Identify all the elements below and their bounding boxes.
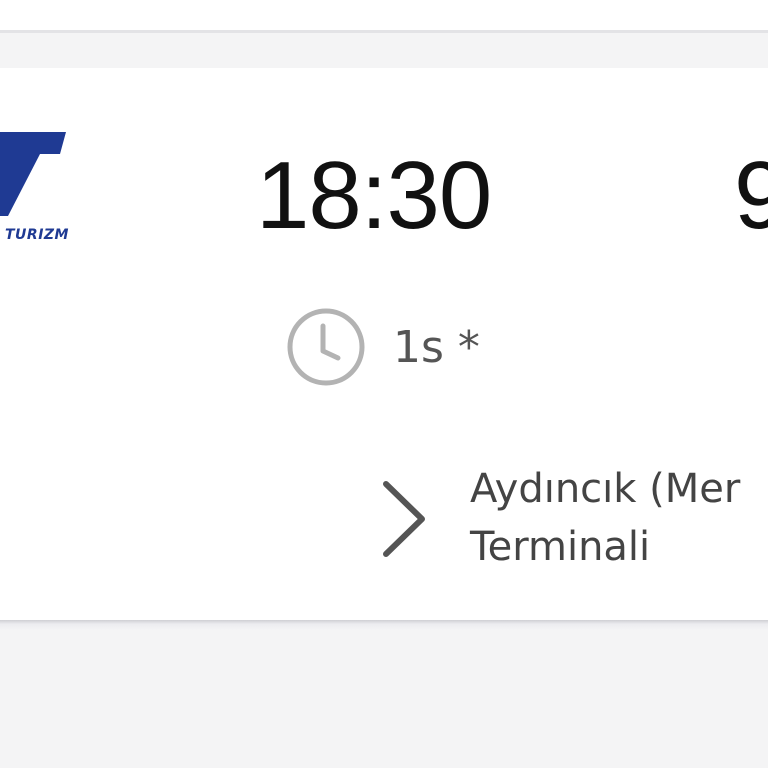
top-strip — [0, 0, 768, 30]
chevron-right-icon — [378, 478, 430, 560]
top-divider — [0, 30, 768, 33]
arrival-stop: Aydıncık (Mer Terminali — [470, 460, 740, 576]
arrival-time: 9 — [734, 142, 768, 249]
trip-duration: 1s * — [393, 322, 480, 373]
arrival-stop-line-1: Aydıncık (Mer — [470, 466, 741, 512]
clock-icon — [285, 306, 367, 388]
arrival-stop-line-2: Terminali — [470, 524, 651, 570]
departure-time: 18:30 — [256, 142, 492, 249]
operator-logo-icon — [0, 132, 72, 216]
card-shadow — [0, 620, 768, 630]
page: TURIZM 18:30 9 1s * Aydıncık (Mer Termin… — [0, 0, 768, 768]
operator-name: TURIZM — [5, 227, 69, 243]
